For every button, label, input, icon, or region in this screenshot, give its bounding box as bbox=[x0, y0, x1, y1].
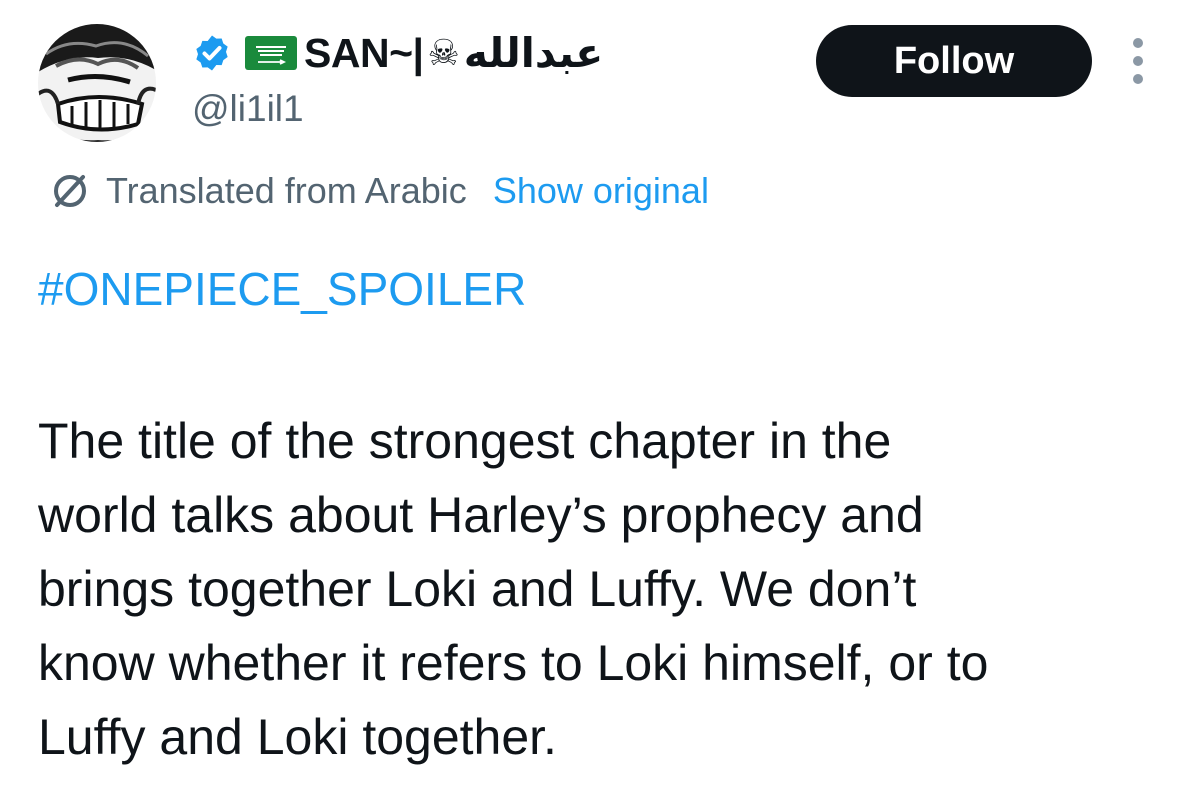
tweet-text-line: Luffy and Loki together. bbox=[38, 709, 557, 765]
avatar[interactable] bbox=[38, 24, 156, 142]
more-dot bbox=[1133, 56, 1143, 66]
more-options-icon[interactable] bbox=[1124, 38, 1152, 84]
more-dot bbox=[1133, 74, 1143, 84]
tweet-text-line: brings together Loki and Luffy. We don’t bbox=[38, 561, 917, 617]
author-name-row[interactable]: SAN~| ☠ عبدالله bbox=[192, 20, 603, 86]
show-original-link[interactable]: Show original bbox=[493, 170, 709, 212]
translate-icon bbox=[54, 175, 86, 207]
arabic-display-name: عبدالله bbox=[463, 29, 604, 77]
tweet-text-line: world talks about Harley’s prophecy and bbox=[38, 487, 924, 543]
translation-notice: Translated from Arabic Show original bbox=[48, 166, 709, 216]
more-dot bbox=[1133, 38, 1143, 48]
tweet-text-line: The title of the strongest chapter in th… bbox=[38, 413, 892, 469]
author-handle[interactable]: @li1il1 bbox=[192, 88, 304, 130]
skull-emoji-icon: ☠ bbox=[427, 32, 460, 73]
translated-from-label: Translated from Arabic bbox=[106, 170, 467, 211]
tweet-text: The title of the strongest chapter in th… bbox=[38, 404, 1183, 774]
verified-badge-icon bbox=[196, 35, 228, 71]
display-name: SAN~| bbox=[304, 29, 424, 76]
follow-button[interactable]: Follow bbox=[816, 25, 1092, 97]
manga-avatar-image bbox=[38, 24, 156, 142]
hashtag-link[interactable]: #ONEPIECE_SPOILER bbox=[38, 262, 526, 316]
saudi-flag-icon bbox=[245, 36, 297, 70]
tweet-text-line: know whether it refers to Loki himself, … bbox=[38, 635, 989, 691]
